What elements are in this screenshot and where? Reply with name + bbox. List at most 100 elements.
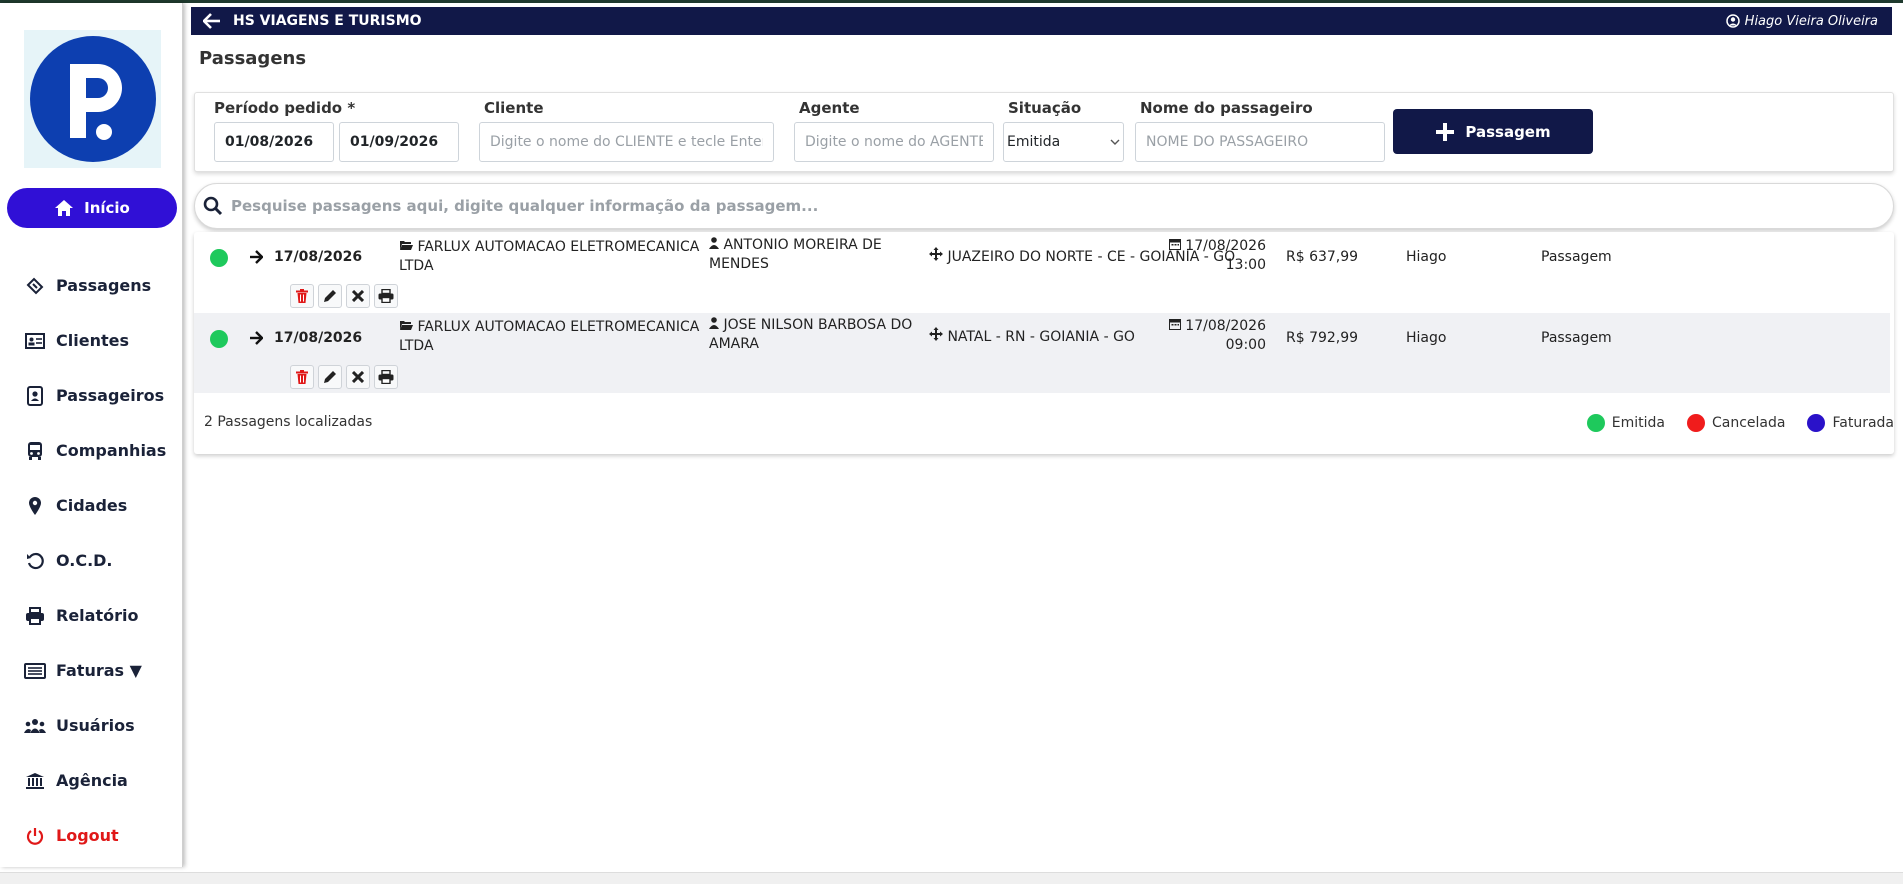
agente-label: Agente — [799, 99, 860, 117]
user-icon — [709, 317, 719, 329]
situacao-select[interactable]: Emitida — [1003, 122, 1124, 162]
periodo-label: Período pedido * — [214, 99, 356, 117]
legend-item-faturada: Faturada — [1807, 414, 1894, 432]
home-button[interactable]: Início — [7, 188, 177, 228]
legend-dot — [1807, 414, 1826, 432]
search-bar[interactable]: Pesquise passagens aqui, digite qualquer… — [194, 183, 1894, 229]
legend-item-emitida: Emitida — [1586, 414, 1665, 432]
trash-icon — [296, 370, 308, 384]
date-to-input[interactable] — [339, 122, 459, 162]
user-name: Hiago Vieira Oliveira — [1744, 13, 1878, 29]
printer-icon — [24, 605, 46, 627]
results-panel: 17/08/2026 FARLUX AUTOMACAO ELETROMECANI… — [194, 232, 1894, 454]
sidebar-item-label: Cidades — [56, 496, 128, 515]
travel-datetime: 17/08/2026 09:00 — [1079, 317, 1266, 355]
row-actions — [290, 284, 398, 308]
calendar-icon — [1168, 319, 1181, 330]
legend-label: Faturada — [1832, 415, 1894, 431]
top-accent-line — [0, 0, 1903, 3]
issue-date: 17/08/2026 — [274, 249, 363, 265]
edit-button[interactable] — [318, 365, 342, 389]
table-row[interactable]: 17/08/2026 FARLUX AUTOMACAO ELETROMECANI… — [194, 232, 1890, 312]
sidebar-item-label: Passageiros — [56, 386, 165, 405]
pencil-icon — [324, 371, 336, 383]
delete-button[interactable] — [290, 365, 314, 389]
sidebar-item-label: O.C.D. — [56, 551, 113, 570]
users-icon — [24, 715, 46, 737]
sidebar-item-faturas[interactable]: Faturas ▼ — [24, 643, 174, 698]
user-menu[interactable]: Hiago Vieira Oliveira — [1725, 13, 1878, 29]
passageiro-label: Nome do passageiro — [1140, 99, 1313, 117]
issue-date: 17/08/2026 — [274, 330, 363, 346]
bank-icon — [24, 770, 46, 792]
folder-open-icon — [400, 241, 413, 250]
legend-label: Emitida — [1611, 415, 1665, 431]
folder-open-icon — [400, 321, 413, 330]
plus-icon — [1436, 122, 1455, 141]
sidebar-item-usuarios[interactable]: Usuários — [24, 698, 174, 753]
situacao-value: Emitida — [1007, 134, 1061, 150]
sidebar-item-cidades[interactable]: Cidades — [24, 478, 174, 533]
invoice-icon — [24, 660, 46, 682]
travel-datetime: 17/08/2026 13:00 — [1079, 237, 1266, 275]
sidebar-item-label: Companhias — [56, 441, 167, 460]
printer-icon — [378, 370, 394, 384]
client-name: FARLUX AUTOMACAO ELETROMECANICA LTDA — [399, 319, 700, 354]
sidebar-item-relatorio[interactable]: Relatório — [24, 588, 174, 643]
bottom-scrollbar[interactable] — [0, 872, 1903, 884]
app-title: HS VIAGENS E TURISMO — [233, 13, 422, 29]
chevron-down-icon — [1110, 139, 1120, 145]
sidebar-item-label: Passagens — [56, 276, 152, 295]
agente-input[interactable] — [794, 122, 994, 162]
agent: Hiago — [1406, 249, 1447, 265]
search-input[interactable]: Pesquise passagens aqui, digite qualquer… — [231, 197, 818, 215]
legend-dot — [1687, 414, 1705, 432]
ticket-type: Passagem — [1541, 249, 1612, 265]
arrow-right-icon[interactable] — [249, 250, 264, 268]
back-arrow-icon[interactable] — [197, 13, 227, 29]
sidebar-item-label: Faturas ▼ — [56, 661, 142, 680]
row-actions — [290, 365, 398, 389]
legend-item-cancelada: Cancelada — [1687, 414, 1785, 432]
cancel-button[interactable] — [346, 365, 370, 389]
situacao-label: Situação — [1008, 99, 1082, 117]
sidebar-item-label: Usuários — [56, 716, 135, 735]
undo-icon — [24, 550, 46, 572]
cliente-input[interactable] — [479, 122, 774, 162]
sidebar-item-label: Relatório — [56, 606, 139, 625]
delete-button[interactable] — [290, 284, 314, 308]
date-from-input[interactable] — [214, 122, 334, 162]
add-passagem-button[interactable]: Passagem — [1393, 109, 1593, 154]
sidebar-item-passageiros[interactable]: Passageiros — [24, 368, 174, 423]
id-card-icon — [24, 330, 46, 352]
sidebar-item-logout[interactable]: Logout — [24, 808, 174, 863]
client-name: FARLUX AUTOMACAO ELETROMECANICA LTDA — [399, 239, 700, 274]
passenger-name: JOSE NILSON BARBOSA DO AMARA — [709, 317, 913, 352]
sidebar-item-passagens[interactable]: Passagens — [24, 258, 174, 313]
sidebar-item-ocd[interactable]: O.C.D. — [24, 533, 174, 588]
print-button[interactable] — [374, 284, 398, 308]
trash-icon — [296, 289, 308, 303]
calendar-icon — [1168, 239, 1181, 250]
arrow-right-icon[interactable] — [249, 331, 264, 349]
legend-dot — [1586, 414, 1605, 432]
print-button[interactable] — [374, 365, 398, 389]
edit-button[interactable] — [318, 284, 342, 308]
passageiro-input[interactable] — [1135, 122, 1385, 162]
table-row[interactable]: 17/08/2026 FARLUX AUTOMACAO ELETROMECANI… — [194, 313, 1890, 393]
status-legend: Emitida Cancelada Faturada — [1586, 414, 1894, 432]
pencil-icon — [324, 290, 336, 302]
cancel-button[interactable] — [346, 284, 370, 308]
home-label: Início — [84, 199, 130, 217]
close-icon — [352, 290, 364, 302]
status-dot — [210, 249, 228, 267]
sidebar: Início Passagens Clientes Passageiros Co… — [0, 3, 183, 867]
page-title: Passagens — [199, 48, 307, 69]
sidebar-item-agencia[interactable]: Agência — [24, 753, 174, 808]
move-arrows-icon — [929, 247, 943, 261]
user-circle-icon — [1725, 14, 1740, 28]
sidebar-item-clientes[interactable]: Clientes — [24, 313, 174, 368]
sidebar-item-label: Agência — [56, 771, 128, 790]
sidebar-item-companhias[interactable]: Companhias — [24, 423, 174, 478]
home-icon — [55, 200, 74, 216]
